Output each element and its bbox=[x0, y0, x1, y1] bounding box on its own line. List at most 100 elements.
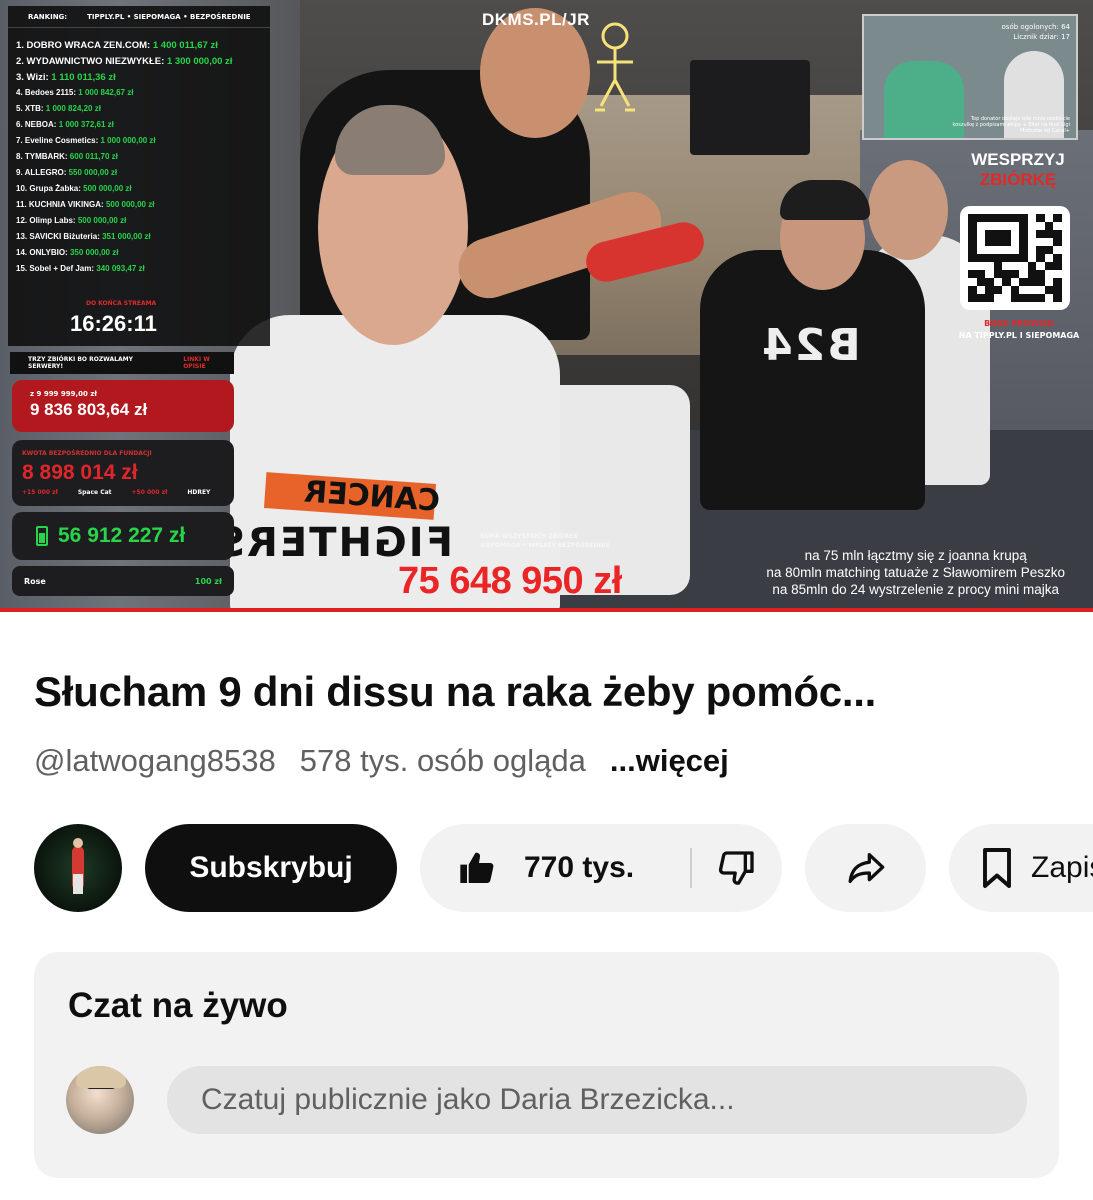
qr-module bbox=[1053, 294, 1062, 302]
qr-module bbox=[1019, 230, 1028, 238]
subscribe-button[interactable]: Subskrybuj bbox=[145, 824, 397, 912]
qr-module bbox=[976, 214, 986, 222]
qr-module bbox=[993, 254, 1003, 262]
ranking-item: 15. Sobel + Def Jam: 340 093,47 zł bbox=[16, 264, 232, 280]
qr-module bbox=[1019, 294, 1028, 302]
live-chat-panel: Czat na żywo bbox=[34, 952, 1059, 1178]
live-chat-title: Czat na żywo bbox=[68, 986, 288, 1025]
channel-handle[interactable]: @latwogang8538 bbox=[34, 743, 276, 779]
qr-module bbox=[993, 294, 1003, 302]
ranking-item-name: 7. Eveline Cosmetics: bbox=[16, 136, 99, 145]
qr-module bbox=[968, 286, 977, 294]
qr-module bbox=[993, 230, 1003, 238]
qr-module bbox=[976, 230, 986, 238]
qr-module bbox=[1027, 270, 1037, 278]
battery-icon bbox=[36, 526, 48, 546]
thumbs-down-icon bbox=[717, 848, 757, 888]
qr-module bbox=[968, 262, 977, 270]
qr-module bbox=[993, 222, 1003, 230]
milestones: na 75 mln łącztmy się z joanna krupą na … bbox=[766, 547, 1065, 598]
direct-sub-4: HDREY bbox=[187, 489, 211, 496]
inset-counter-tattoos: Licznik dziar: 17 bbox=[1013, 33, 1070, 41]
ranking-item-amount: 1 000 000,00 zł bbox=[100, 136, 156, 145]
qr-module bbox=[1019, 254, 1028, 262]
goal-amount: 9 836 803,64 zł bbox=[30, 400, 148, 419]
thumbs-up-icon bbox=[456, 848, 498, 888]
total-label: SUMA WSZYSTKICH ZBIÓREK SIEPOMAGA • WPŁA… bbox=[480, 532, 610, 550]
qr-module bbox=[1053, 246, 1062, 254]
video-progress-bar[interactable] bbox=[0, 608, 1093, 612]
avatar-figure bbox=[72, 838, 84, 894]
qr-module bbox=[985, 294, 994, 302]
channel-avatar[interactable] bbox=[34, 824, 122, 912]
qr-module bbox=[1002, 222, 1011, 230]
fundraiser-panel-title-text: TRZY ZBIÓRKI BO ROZWALAMY SERWERY! bbox=[28, 356, 133, 370]
video-player[interactable]: CANCER FIGHTERS B24 RANKING: TIPPLY.PL •… bbox=[0, 0, 1093, 612]
qr-module bbox=[1036, 238, 1045, 246]
qr-grid bbox=[968, 214, 1062, 302]
qr-module bbox=[1010, 278, 1020, 286]
qr-module bbox=[1019, 238, 1028, 246]
qr-module bbox=[1053, 238, 1062, 246]
qr-module bbox=[985, 262, 994, 270]
ranking-item-name: 15. Sobel + Def Jam: bbox=[16, 264, 95, 273]
share-button[interactable] bbox=[805, 824, 926, 912]
qr-module bbox=[993, 262, 1003, 270]
donor-amount: 100 zł bbox=[194, 576, 222, 586]
qr-module bbox=[1010, 222, 1020, 230]
ranking-item-name: 1. DOBRO WRACA ZEN.COM: bbox=[16, 40, 151, 51]
timer-label: DO KOŃCA STREAMA bbox=[86, 300, 157, 307]
qr-module bbox=[968, 230, 977, 238]
qr-module bbox=[993, 278, 1003, 286]
ranking-item-name: 10. Grupa Żabka: bbox=[16, 184, 81, 193]
share-icon bbox=[844, 848, 888, 888]
qr-module bbox=[1036, 246, 1045, 254]
qr-module bbox=[1019, 286, 1028, 294]
dislike-button[interactable] bbox=[692, 848, 782, 888]
qr-module bbox=[985, 270, 994, 278]
ranking-item-amount: 1 300 000,00 zł bbox=[166, 56, 233, 67]
qr-code-icon bbox=[960, 206, 1070, 310]
qr-module bbox=[1044, 270, 1054, 278]
person-cap-hat bbox=[780, 180, 870, 220]
ranking-header: RANKING: TIPPLY.PL • SIEPOMAGA • BEZPOŚR… bbox=[8, 6, 270, 28]
ranking-item-name: 5. XTB: bbox=[16, 104, 44, 113]
ranking-item-amount: 351 000,00 zł bbox=[102, 232, 151, 241]
qr-module bbox=[1044, 230, 1054, 238]
ranking-item-name: 13. SAVICKI Biżuteria: bbox=[16, 232, 100, 241]
viewer-count: 578 tys. osób ogląda bbox=[299, 743, 586, 778]
qr-module bbox=[1002, 214, 1011, 222]
ranking-item-name: 2. WYDAWNICTWO NIEZWYKŁE: bbox=[16, 56, 165, 67]
like-button[interactable]: 770 tys. bbox=[420, 848, 690, 888]
qr-module bbox=[1027, 254, 1037, 262]
shirt-b24: B24 bbox=[760, 320, 861, 371]
qr-module bbox=[985, 278, 994, 286]
qr-module bbox=[1019, 278, 1028, 286]
fundraiser-panel-link: LINKI W OPISIE bbox=[183, 356, 210, 370]
total-label-1: SUMA WSZYSTKICH ZBIÓREK bbox=[480, 533, 578, 540]
qr-module bbox=[985, 214, 994, 222]
goal-box: z 9 999 999,00 zł 9 836 803,64 zł bbox=[12, 380, 234, 432]
action-row: Subskrybuj 770 tys. Zapi bbox=[34, 823, 1093, 913]
qr-module bbox=[1053, 222, 1062, 230]
ranking-item-name: 6. NEBOA: bbox=[16, 120, 57, 129]
qr-module bbox=[985, 246, 994, 254]
qr-module bbox=[1019, 222, 1028, 230]
qr-module bbox=[1019, 214, 1028, 222]
inset-counters: osób ogolonych: 64 Licznik dziar: 17 bbox=[1002, 22, 1070, 42]
video-title[interactable]: Słucham 9 dni dissu na raka żeby pomóc..… bbox=[34, 668, 1064, 716]
qr-module bbox=[1053, 262, 1062, 270]
qr-module bbox=[985, 230, 994, 238]
qr-module bbox=[976, 262, 986, 270]
camera-inset: osób ogolonych: 64 Licznik dziar: 17 Top… bbox=[862, 14, 1078, 140]
bookmark-icon bbox=[979, 847, 1015, 889]
more-button[interactable]: ...więcej bbox=[610, 743, 729, 779]
qr-module bbox=[1010, 246, 1020, 254]
chat-input[interactable] bbox=[167, 1066, 1027, 1134]
milestone-2: na 80mln matching tatuaże z Sławomirem P… bbox=[766, 565, 1065, 580]
qr-module bbox=[985, 238, 994, 246]
save-button[interactable]: Zapisz bbox=[949, 824, 1093, 912]
battery-box: 56 912 227 zł bbox=[12, 512, 234, 560]
brand-watermark: DKMS.PL/JR bbox=[482, 10, 590, 29]
ranking-item: 7. Eveline Cosmetics: 1 000 000,00 zł bbox=[16, 136, 232, 152]
